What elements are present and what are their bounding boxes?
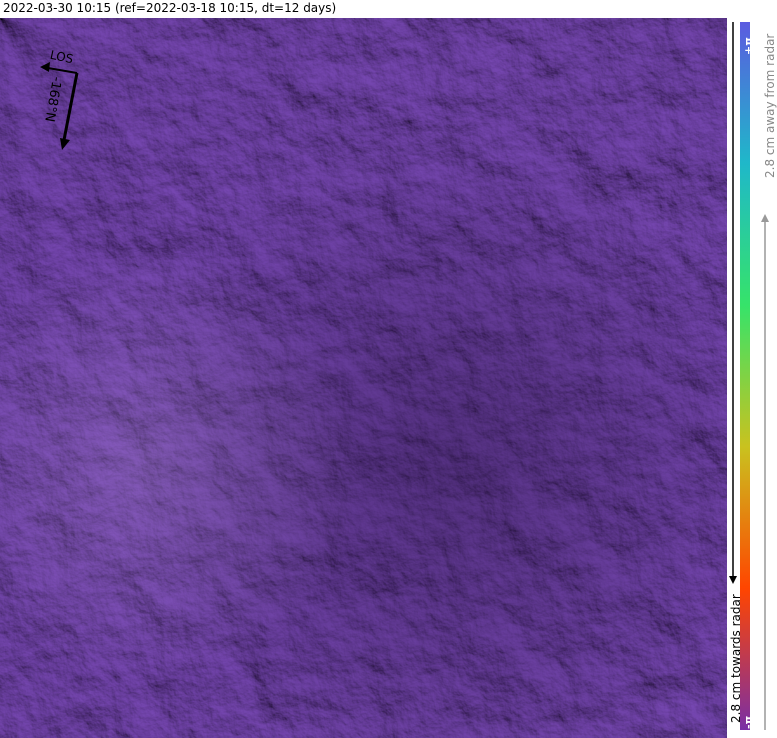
- colorbar-arrows: [729, 22, 769, 730]
- image-title: 2022-03-30 10:15 (ref=2022-03-18 10:15, …: [3, 1, 337, 15]
- title-bar: 2022-03-30 10:15 (ref=2022-03-18 10:15, …: [0, 0, 777, 18]
- los-compass: LOS -168°N: [30, 48, 110, 158]
- north-arrow-icon: [40, 62, 79, 150]
- colorbar-panel: +π -π 2.8 cm away from radar 2.8 cm towa…: [727, 18, 777, 738]
